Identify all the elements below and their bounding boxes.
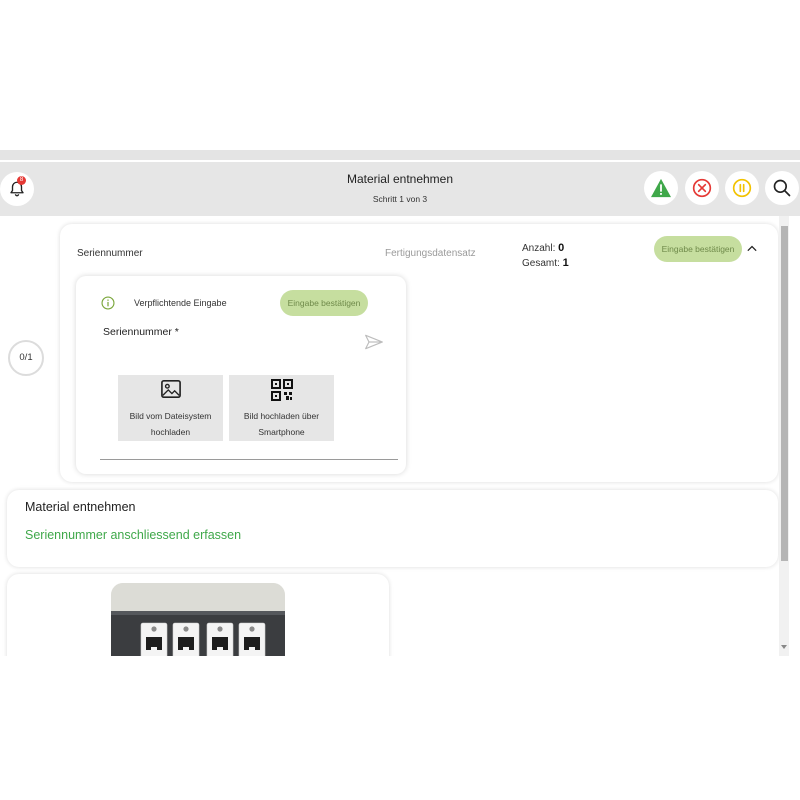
scrollbar-thumb[interactable] xyxy=(781,226,788,561)
qr-code-icon xyxy=(270,379,293,401)
confirm-input-button[interactable]: Eingabe bestätigen xyxy=(654,236,742,262)
gesamt-label: Gesamt: xyxy=(522,258,560,269)
cancel-button[interactable] xyxy=(685,171,719,205)
pause-icon xyxy=(732,178,752,198)
confirm-input-button-inner[interactable]: Eingabe bestätigen xyxy=(280,290,368,316)
network-ports-image xyxy=(111,583,285,656)
upload-file-label: Bild vom Dateisystem hochladen xyxy=(118,408,223,440)
serial-number-card: Seriennummer Fertigungsdatensatz Anzahl:… xyxy=(60,224,778,482)
send-icon[interactable] xyxy=(364,333,384,351)
image-icon xyxy=(160,380,181,398)
chevron-up-icon[interactable] xyxy=(747,244,757,254)
upload-file-label-line1: Bild vom Dateisystem xyxy=(129,411,212,421)
warning-icon xyxy=(651,178,671,198)
info-icon xyxy=(101,296,115,310)
gesamt-value: 1 xyxy=(562,257,569,269)
input-underline xyxy=(100,459,398,460)
device-photo xyxy=(111,583,285,656)
upload-from-filesystem-button[interactable]: Bild vom Dateisystem hochladen xyxy=(118,375,223,441)
cancel-icon xyxy=(692,178,712,198)
upload-file-label-line2: hochladen xyxy=(150,427,191,437)
top-strip xyxy=(0,150,800,160)
upload-phone-label-line2: Smartphone xyxy=(258,427,305,437)
anzahl-label: Anzahl: xyxy=(522,243,556,254)
page-title: Material entnehmen xyxy=(346,172,454,186)
warning-button[interactable] xyxy=(644,171,678,205)
anzahl-value: 0 xyxy=(558,242,565,254)
upload-via-smartphone-button[interactable]: Bild hochladen über Smartphone xyxy=(229,375,334,441)
instruction-title: Material entnehmen xyxy=(25,500,136,514)
scroll-down-arrow[interactable] xyxy=(781,645,787,649)
content-area: 0/1 Seriennummer Fertigungsdatensatz Anz… xyxy=(0,216,800,656)
gesamt-count: Gesamt: 1 xyxy=(522,257,569,269)
step-indicator: Schritt 1 von 3 xyxy=(372,194,428,204)
mandatory-label: Verpflichtende Eingabe xyxy=(134,298,227,308)
search-button[interactable] xyxy=(765,171,799,205)
anzahl-count: Anzahl: 0 xyxy=(522,242,564,254)
search-icon xyxy=(773,179,791,197)
image-card xyxy=(7,574,389,656)
card-label: Seriennummer xyxy=(77,248,143,259)
serial-input-panel: Verpflichtende Eingabe Eingabe bestätige… xyxy=(76,276,406,474)
upload-phone-label: Bild hochladen über Smartphone xyxy=(229,408,334,440)
fertigungsdatensatz-link[interactable]: Fertigungsdatensatz xyxy=(385,248,476,259)
pause-button[interactable] xyxy=(725,171,759,205)
upload-phone-label-line1: Bild hochladen über xyxy=(243,411,320,421)
serial-number-field-label: Seriennummer * xyxy=(103,326,179,338)
instruction-card: Material entnehmen Seriennummer anschlie… xyxy=(7,490,778,567)
header-bar xyxy=(0,162,800,216)
step-progress-circle: 0/1 xyxy=(8,340,44,376)
instruction-text: Seriennummer anschliessend erfassen xyxy=(25,528,242,542)
